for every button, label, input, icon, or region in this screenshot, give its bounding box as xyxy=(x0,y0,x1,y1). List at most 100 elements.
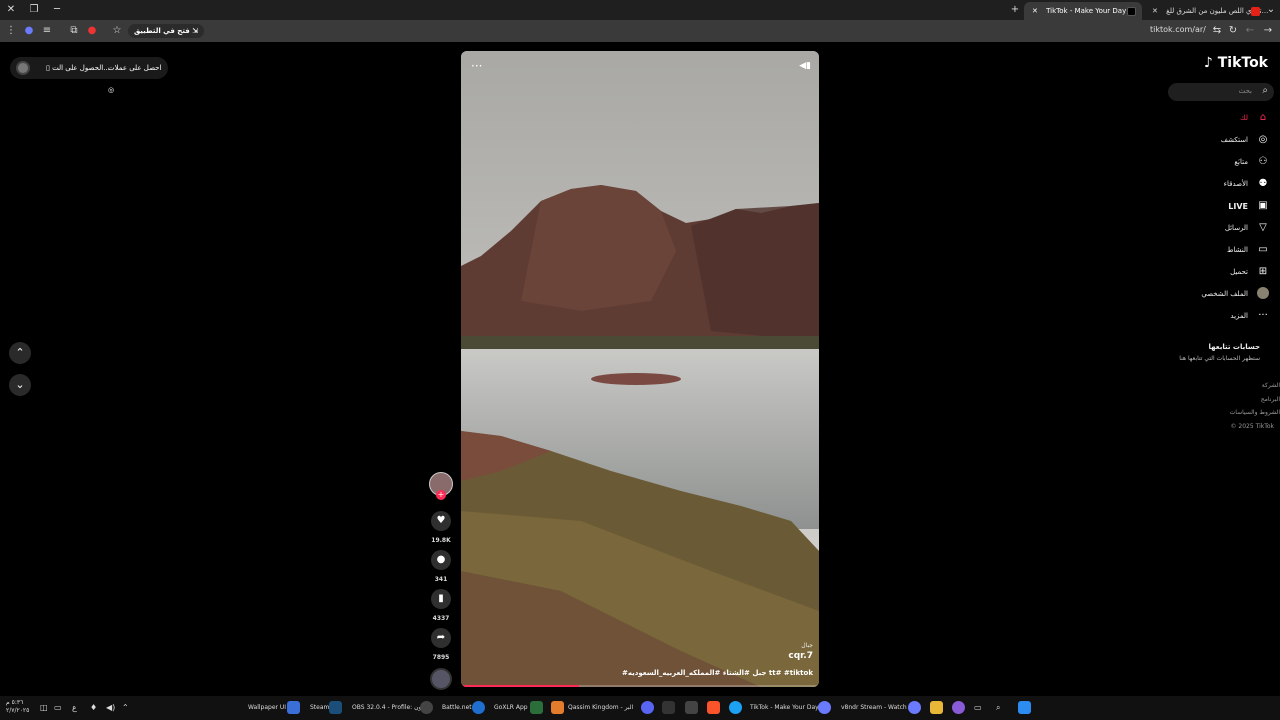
taskbar-wallpaper-ui[interactable]: Wallpaper UI xyxy=(248,696,286,720)
tab-youtube[interactable]: ✕ تحدي اللص مليون من الشرق للغ... xyxy=(1144,2,1268,20)
close-tab-icon[interactable]: ✕ xyxy=(1152,7,1158,15)
share-button[interactable]: ➦ xyxy=(431,628,451,648)
nav-more[interactable]: المزيد ··· xyxy=(1230,308,1270,324)
new-tab-icon[interactable]: + xyxy=(1008,3,1022,17)
brave-icon[interactable] xyxy=(707,701,720,714)
nav-explore[interactable]: استكشف ◎ xyxy=(1221,132,1270,148)
taskbar-stream[interactable]: v8ndr Stream - Watch L xyxy=(841,696,912,720)
nav-upload[interactable]: تحميل ⊞ xyxy=(1230,264,1270,280)
close-tab-icon[interactable]: ✕ xyxy=(1032,7,1038,15)
close-window-icon[interactable]: ✕ xyxy=(4,3,18,17)
messages-icon: ▽ xyxy=(1259,222,1267,233)
search-taskbar-icon[interactable]: ⌕ xyxy=(996,696,1000,720)
following-subtext: ستظهر الحسابات التي تتابعها هنا xyxy=(1179,355,1260,362)
comment-count: 341 xyxy=(434,576,448,583)
battlenet-icon xyxy=(472,701,485,714)
record-icon[interactable]: ● xyxy=(85,24,99,38)
app-icon[interactable] xyxy=(662,701,675,714)
nav-live[interactable]: LIVE ▣ xyxy=(1228,198,1270,214)
video-progress-bar[interactable] xyxy=(461,685,819,687)
next-video-button[interactable]: ⌄ xyxy=(9,374,31,396)
nav-messages[interactable]: الرسائل ▽ xyxy=(1225,220,1270,236)
friends-icon: ⚉ xyxy=(1258,178,1268,189)
nav-for-you[interactable]: لك ⌂ xyxy=(1240,110,1270,126)
bookmark-star-icon[interactable]: ☆ xyxy=(110,24,124,38)
copilot-icon[interactable] xyxy=(952,701,965,714)
effect-label[interactable]: جبال xyxy=(622,640,813,651)
video-caption-block: جبال cqr.7 #جبل #الشتاء #المملكه_العربيه… xyxy=(622,640,813,679)
nav-label: المزيد xyxy=(1230,312,1248,320)
taskbar-qassim[interactable]: Qassim Kingdom - البر xyxy=(568,696,633,720)
volume-tray-icon[interactable]: ◀) xyxy=(106,696,115,720)
footer-program[interactable]: البرنامج xyxy=(1230,393,1280,407)
video-frame xyxy=(461,51,819,687)
taskbar-clock[interactable]: ٥:٣٦ م ٢/٧/٢٠٢٥ xyxy=(6,699,29,715)
nav-friends[interactable]: الأصدقاء ⚉ xyxy=(1224,176,1270,192)
nav-profile[interactable]: الملف الشخصي xyxy=(1201,286,1270,302)
network-icon[interactable]: ▭ xyxy=(54,696,62,720)
start-icon[interactable] xyxy=(1018,701,1031,714)
video-more-icon[interactable]: ··· xyxy=(471,59,482,73)
back-icon[interactable]: → xyxy=(1261,24,1275,38)
footer-company[interactable]: الشركة xyxy=(1230,379,1280,393)
address-bar: ⋮ ● ≡ ⧉ ● ☆ فتح في التطبيق ⇲ tiktok.com/… xyxy=(0,20,1280,42)
nav-following[interactable]: متابَع ⚇ xyxy=(1234,154,1270,170)
forward-icon[interactable]: ← xyxy=(1243,24,1257,38)
comment-button[interactable]: ● xyxy=(431,550,451,570)
minimize-window-icon[interactable]: ─ xyxy=(50,3,64,17)
caption-text: #جبل #الشتاء #المملكه_العربيه_السعوديه t… xyxy=(622,669,813,677)
search-icon[interactable]: ⌕ xyxy=(1262,85,1268,96)
edge-icon[interactable] xyxy=(729,701,742,714)
taskbar-obs[interactable]: OBS 32.0.4 - Profile: بدون xyxy=(352,696,426,720)
search-field[interactable]: بحث ⌕ xyxy=(1168,83,1274,101)
file-explorer-icon[interactable] xyxy=(930,701,943,714)
taskbar-steam[interactable]: Steam xyxy=(310,696,329,720)
site-settings-icon[interactable]: ⇆ xyxy=(1210,24,1224,38)
taskbar-goxlr[interactable]: GoXLR App xyxy=(494,696,528,720)
footer-terms[interactable]: الشروط والسياسات xyxy=(1230,406,1280,420)
tray-chevron-icon[interactable]: ⌃ xyxy=(122,696,129,720)
like-button[interactable]: ♥ xyxy=(431,511,451,531)
url-text[interactable]: tiktok.com/ar/ xyxy=(1150,25,1206,34)
nav-activity[interactable]: النشاط ▭ xyxy=(1227,242,1270,258)
menu-dots-icon[interactable]: ⋮ xyxy=(4,24,18,38)
save-button[interactable]: ▮ xyxy=(431,589,451,609)
reading-list-icon[interactable]: ≡ xyxy=(40,24,54,38)
taskbar-battlenet[interactable]: Battle.net xyxy=(442,696,472,720)
user-avatar[interactable] xyxy=(16,61,30,75)
tab-tiktok[interactable]: ✕ TikTok - Make Your Day xyxy=(1024,2,1142,20)
user-follow-icon: ⚇ xyxy=(1258,156,1268,167)
input-language[interactable]: ع xyxy=(72,696,77,720)
profile-icon[interactable]: ● xyxy=(22,24,36,38)
app-icon[interactable] xyxy=(685,701,698,714)
video-player[interactable]: ··· ◀▮ جبال cqr.7 #جبل #الشتاء #المملكه_… xyxy=(461,51,819,687)
open-in-app-button[interactable]: فتح في التطبيق ⇲ xyxy=(128,24,205,38)
browser-icon xyxy=(818,701,831,714)
follow-plus-icon[interactable]: + xyxy=(436,490,446,500)
tab-list-icon[interactable]: ⌄ xyxy=(1264,3,1278,17)
clock-date: ٢/٧/٢٠٢٥ xyxy=(6,707,30,714)
save-count: 4337 xyxy=(432,615,450,622)
home-icon: ⌂ xyxy=(1259,112,1267,123)
obs-icon xyxy=(420,701,433,714)
app-icon[interactable] xyxy=(551,701,564,714)
nav-label: الأصدقاء xyxy=(1223,180,1248,188)
notification-icon[interactable]: ◫ xyxy=(40,696,48,720)
extensions-icon[interactable]: ⧉ xyxy=(67,24,81,38)
taskbar-tiktok[interactable]: TikTok - Make Your Day xyxy=(750,696,819,720)
tiktok-logo[interactable]: ♪ TikTok xyxy=(1204,55,1268,71)
following-section: حسابات تتابعها ستظهر الحسابات التي تتابع… xyxy=(1179,342,1260,364)
author-name[interactable]: cqr.7 xyxy=(622,651,813,662)
compass-icon: ◎ xyxy=(1258,134,1268,145)
windows-taskbar: ٥:٣٦ م ٢/٧/٢٠٢٥ ◫ ▭ ع ♦ ◀) ⌃ Wallpaper U… xyxy=(0,696,1280,720)
mic-icon[interactable]: ♦ xyxy=(90,696,97,720)
task-view-icon[interactable]: ▭ xyxy=(974,696,982,720)
music-disc[interactable] xyxy=(430,668,452,690)
get-coins-button[interactable]: احصل على عملات ◎ xyxy=(108,57,168,101)
reload-icon[interactable]: ↻ xyxy=(1226,24,1240,38)
volume-icon[interactable]: ◀▮ xyxy=(799,61,811,71)
restore-window-icon[interactable]: ❐ xyxy=(27,3,41,17)
previous-video-button[interactable]: ⌃ xyxy=(9,342,31,364)
video-progress-fill xyxy=(461,685,580,687)
get-app-button[interactable]: ▯ الحصول على الت... xyxy=(46,57,110,79)
